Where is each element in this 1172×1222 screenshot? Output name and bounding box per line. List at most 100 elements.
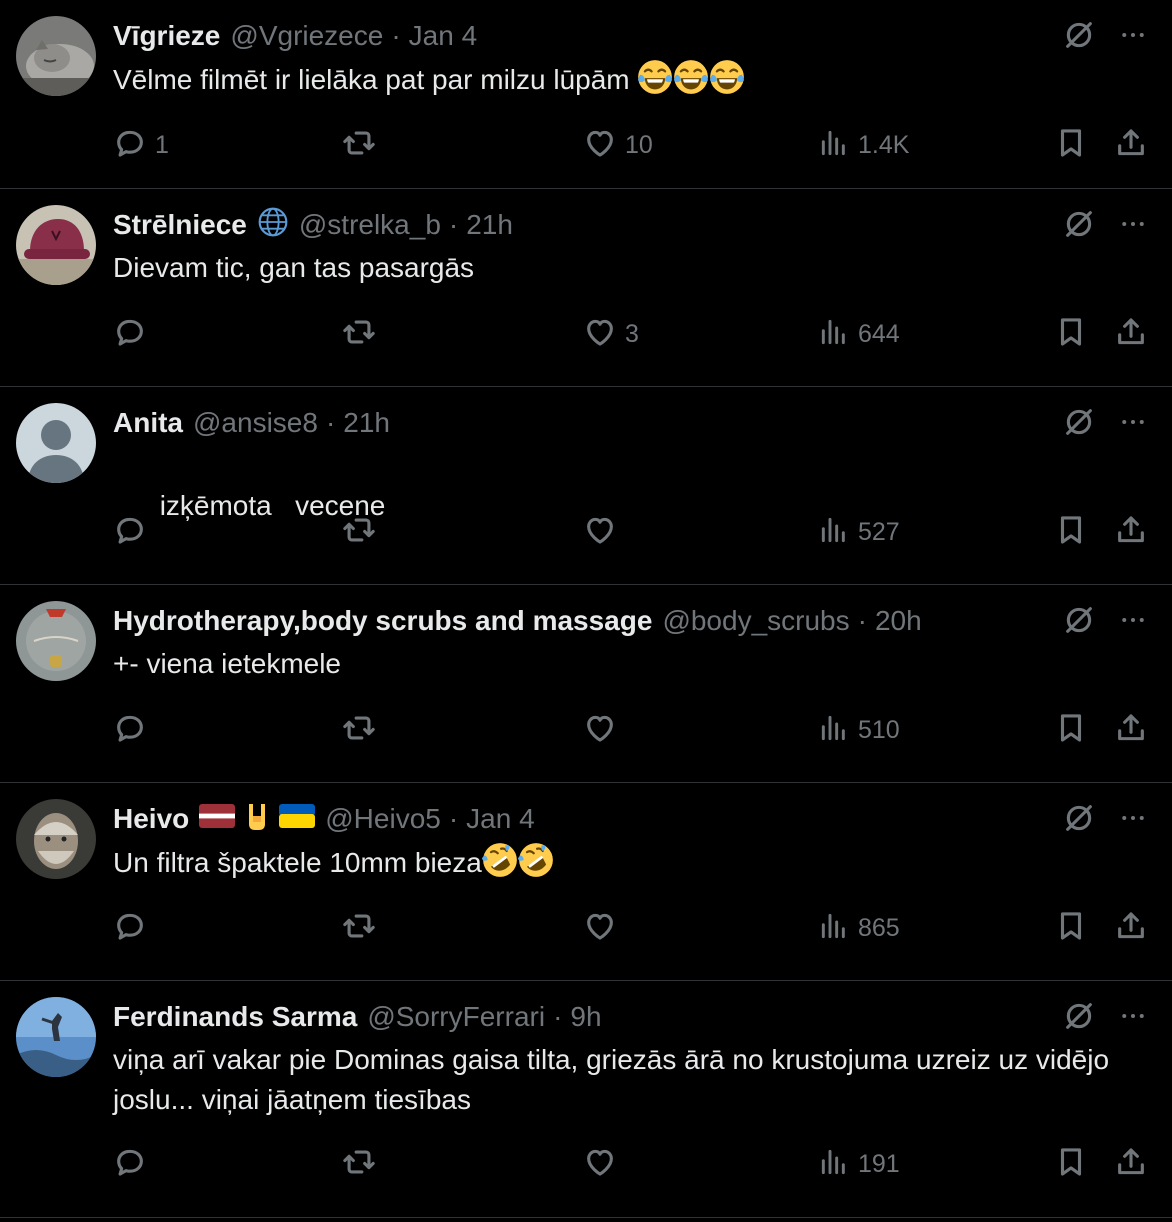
separator-dot: ·: [857, 605, 867, 636]
views-button[interactable]: 1.4K: [818, 125, 909, 165]
display-name[interactable]: Strēlniece: [113, 209, 247, 241]
user-handle[interactable]: @ansise8: [193, 407, 318, 439]
face-with-tears-of-joy-emoji: [673, 59, 709, 95]
like-button[interactable]: [583, 908, 625, 948]
views-button[interactable]: 644: [818, 314, 900, 354]
timestamp[interactable]: Jan 4: [466, 803, 535, 835]
avatar[interactable]: [16, 601, 96, 681]
reply-button[interactable]: [113, 512, 155, 552]
timestamp[interactable]: Jan 4: [409, 20, 478, 52]
reply-button[interactable]: 1: [113, 125, 169, 165]
separator-dot: ·: [325, 407, 336, 438]
display-name[interactable]: Ferdinands Sarma: [113, 1001, 357, 1033]
share-button[interactable]: [1114, 512, 1148, 552]
reply-button[interactable]: [113, 710, 155, 750]
user-handle[interactable]: @Heivo5: [325, 803, 441, 835]
tweet-actions: 3 644: [113, 314, 1148, 354]
timestamp[interactable]: 21h: [466, 209, 513, 241]
views-button[interactable]: 527: [818, 512, 900, 552]
reply-button[interactable]: [113, 314, 155, 354]
bookmark-button[interactable]: [1054, 908, 1088, 948]
separator-dot: ·: [448, 209, 459, 240]
share-icon: [1114, 1145, 1148, 1184]
timestamp[interactable]: 21h: [343, 407, 390, 439]
view-count: 644: [858, 319, 900, 348]
views-button[interactable]: 510: [818, 710, 900, 750]
grok-icon[interactable]: [1062, 603, 1096, 637]
ukraine-flag-icon: [279, 803, 316, 835]
bookmark-button[interactable]: [1054, 125, 1088, 165]
more-options-icon[interactable]: [1118, 1001, 1148, 1031]
user-handle[interactable]: @Vgriezece: [230, 20, 383, 52]
retweet-icon: [342, 513, 376, 552]
avatar[interactable]: [16, 799, 96, 879]
display-name[interactable]: Heivo: [113, 803, 189, 835]
user-handle[interactable]: @body_scrubs: [662, 605, 849, 637]
heart-icon: [583, 909, 617, 948]
reply-button[interactable]: [113, 1144, 155, 1184]
reply-button[interactable]: [113, 908, 155, 948]
share-button[interactable]: [1114, 1144, 1148, 1184]
user-handle[interactable]: @strelka_b: [299, 209, 441, 241]
tweet-text: viņa arī vakar pie Dominas gaisa tilta, …: [113, 1040, 1122, 1120]
tweet[interactable]: Hydrotherapy,body scrubs and massage @bo…: [0, 585, 1172, 783]
retweet-button[interactable]: [342, 908, 376, 948]
tweet-text: Vēlme filmēt ir lielāka pat par milzu lū…: [113, 59, 1122, 100]
like-button[interactable]: [583, 710, 625, 750]
heart-icon: [583, 1145, 617, 1184]
like-button[interactable]: 3: [583, 314, 639, 354]
tweet[interactable]: Heivo @Heivo5 · Jan 4 Un filtra špaktele: [0, 783, 1172, 981]
grok-icon[interactable]: [1062, 999, 1096, 1033]
views-button[interactable]: 191: [818, 1144, 900, 1184]
grok-icon[interactable]: [1062, 207, 1096, 241]
more-options-icon[interactable]: [1118, 407, 1148, 437]
like-button[interactable]: [583, 1144, 625, 1184]
user-handle[interactable]: @SorryFerrari: [367, 1001, 545, 1033]
timestamp[interactable]: 9h: [570, 1001, 601, 1033]
retweet-button[interactable]: [342, 314, 376, 354]
bookmark-button[interactable]: [1054, 512, 1088, 552]
share-button[interactable]: [1114, 125, 1148, 165]
bookmark-button[interactable]: [1054, 710, 1088, 750]
like-button[interactable]: [583, 512, 625, 552]
tweet-text: +- viena ietekmele: [113, 644, 1122, 684]
display-name[interactable]: Hydrotherapy,body scrubs and massage: [113, 605, 652, 637]
retweet-button[interactable]: [342, 512, 376, 552]
grok-icon[interactable]: [1062, 801, 1096, 835]
avatar[interactable]: [16, 16, 96, 96]
more-options-icon[interactable]: [1118, 20, 1148, 50]
tweet[interactable]: Ferdinands Sarma @SorryFerrari · 9h viņa…: [0, 981, 1172, 1218]
grok-icon[interactable]: [1062, 405, 1096, 439]
face-with-tears-of-joy-emoji: [709, 59, 745, 95]
bookmark-button[interactable]: [1054, 314, 1088, 354]
avatar-default[interactable]: [16, 403, 96, 483]
tweet-text-content: Vēlme filmēt ir lielāka pat par milzu lū…: [113, 64, 630, 95]
reply-icon: [113, 1145, 147, 1184]
tweet[interactable]: Strēlniece @strelka_b · 21h Dievam tic, …: [0, 189, 1172, 387]
view-count: 527: [858, 517, 900, 546]
share-button[interactable]: [1114, 908, 1148, 948]
share-button[interactable]: [1114, 710, 1148, 750]
display-name[interactable]: Anita: [113, 407, 183, 439]
bar-chart-icon: [818, 514, 850, 551]
views-button[interactable]: 865: [818, 908, 900, 948]
tweet-text: Dievam tic, gan tas pasargās: [113, 248, 1122, 288]
retweet-button[interactable]: [342, 125, 376, 165]
more-options-icon[interactable]: [1118, 803, 1148, 833]
tweet[interactable]: Vīgrieze @Vgriezece · Jan 4 Vēlme filmēt…: [0, 0, 1172, 189]
avatar[interactable]: [16, 997, 96, 1077]
tweet-text-content: Dievam tic, gan tas pasargās: [113, 252, 475, 283]
retweet-button[interactable]: [342, 710, 376, 750]
bookmark-button[interactable]: [1054, 1144, 1088, 1184]
grok-icon[interactable]: [1062, 18, 1096, 52]
avatar[interactable]: [16, 205, 96, 285]
timestamp[interactable]: 20h: [875, 605, 922, 637]
more-options-icon[interactable]: [1118, 209, 1148, 239]
tweet[interactable]: Anita @ansise8 · 21h izķēmota vecene 527: [0, 387, 1172, 585]
tweet-text: Un filtra špaktele 10mm bieza: [113, 842, 1122, 883]
like-button[interactable]: 10: [583, 125, 653, 165]
retweet-button[interactable]: [342, 1144, 376, 1184]
display-name[interactable]: Vīgrieze: [113, 20, 220, 52]
more-options-icon[interactable]: [1118, 605, 1148, 635]
share-button[interactable]: [1114, 314, 1148, 354]
